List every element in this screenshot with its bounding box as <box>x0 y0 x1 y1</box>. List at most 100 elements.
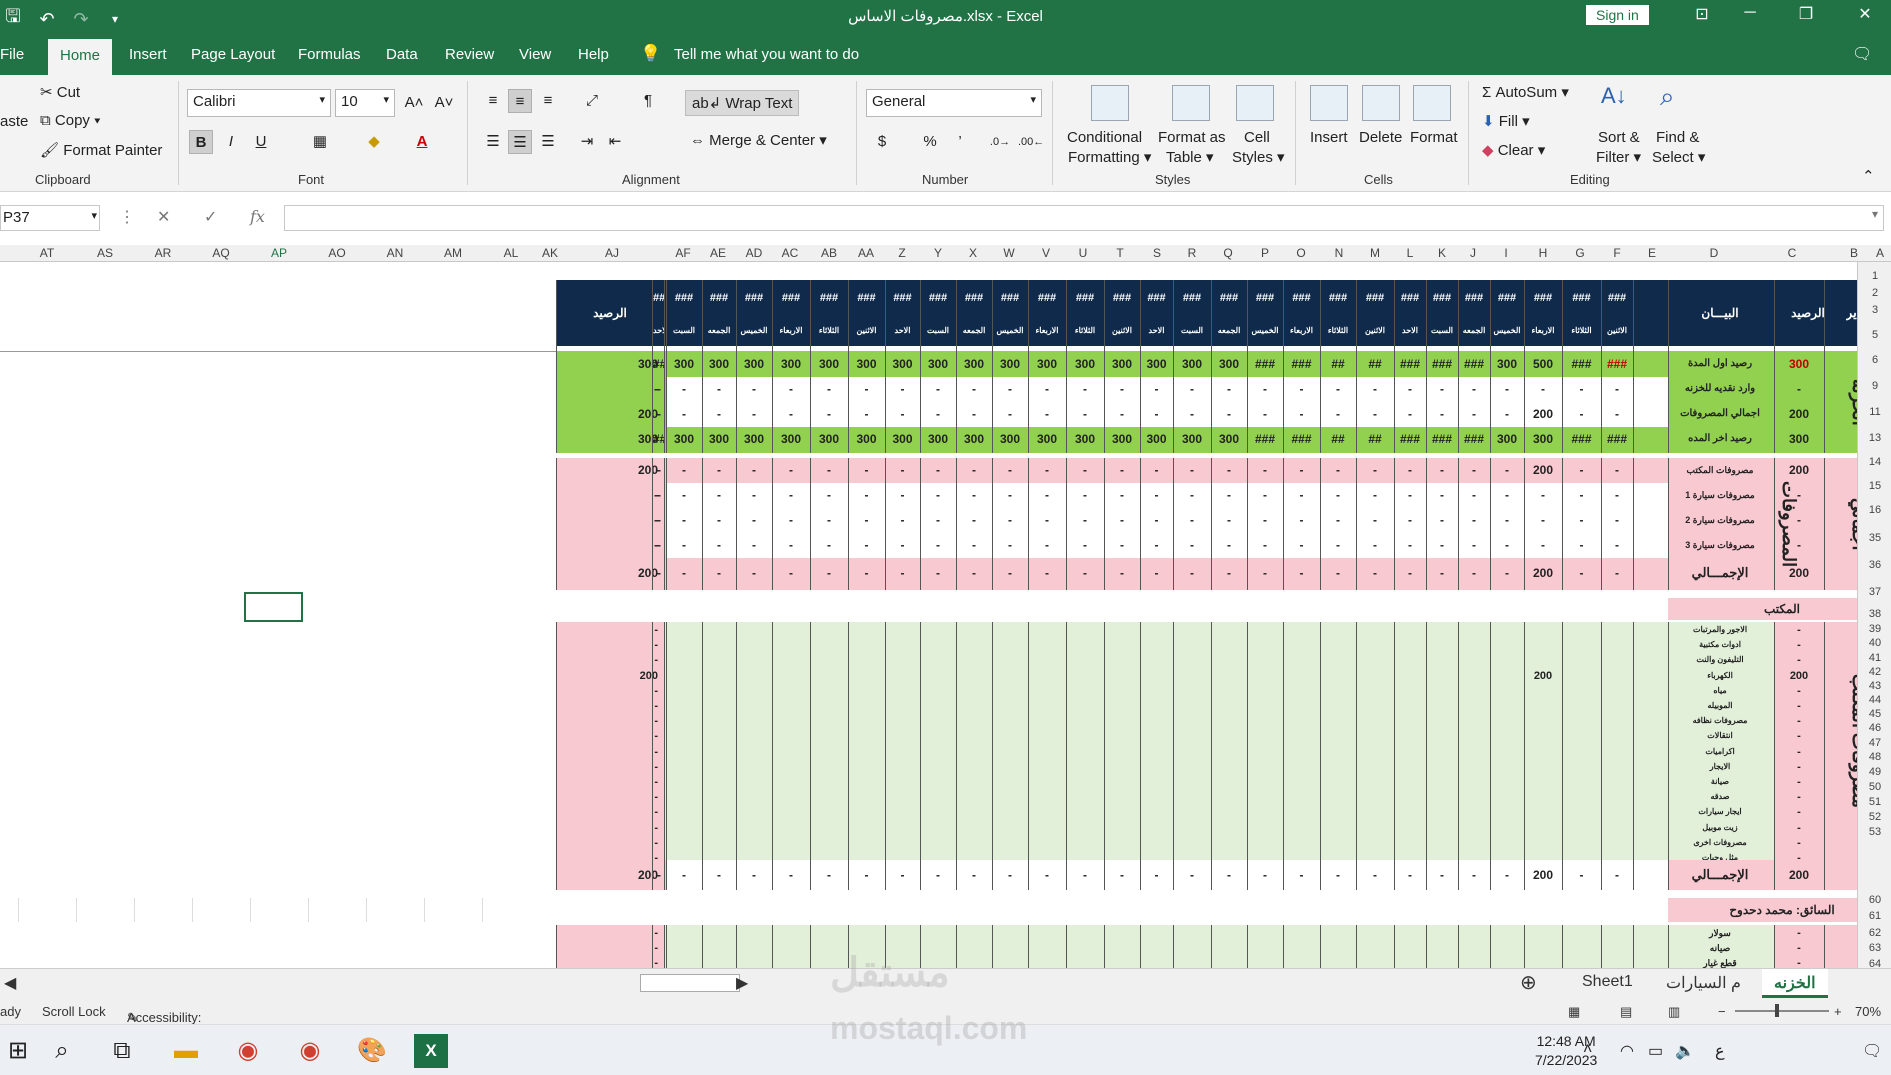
office-sum-cell[interactable]: - <box>993 860 1027 890</box>
header-day-cell[interactable]: الخميس <box>737 320 771 342</box>
row-header[interactable]: 52 <box>1858 811 1891 823</box>
column-header[interactable]: W <box>1003 246 1014 260</box>
merge-center-button[interactable]: ⇔ Merge & Center ▾ <box>690 131 827 149</box>
header-day-cell[interactable]: السبت <box>1174 320 1210 342</box>
expense-value-cell[interactable]: - <box>667 483 701 507</box>
expense-value-cell[interactable]: - <box>1029 508 1065 532</box>
treasury-value-cell[interactable]: ### <box>1602 427 1632 451</box>
expenses-sum-cell[interactable]: - <box>1067 558 1103 588</box>
office-item-balance[interactable]: - <box>1774 836 1824 850</box>
treasury-row-balance[interactable]: 200 <box>1774 402 1824 426</box>
clear-button[interactable]: ◆ Clear ▾ <box>1482 141 1545 159</box>
office-sum-cell[interactable]: - <box>1067 860 1103 890</box>
row-header[interactable]: 41 <box>1858 652 1891 664</box>
treasury-value-cell[interactable]: 300 <box>849 427 884 451</box>
expense-value-cell[interactable]: - <box>1174 508 1210 532</box>
column-header[interactable]: AT <box>40 246 54 260</box>
expense-value-cell[interactable]: - <box>1427 533 1457 557</box>
column-header[interactable]: E <box>1648 246 1656 260</box>
driver-item-total[interactable]: - <box>556 941 664 955</box>
office-sum-cell[interactable]: - <box>1284 860 1319 890</box>
expenses-sum-cell[interactable]: - <box>811 558 847 588</box>
format-as-table-label-2[interactable]: Table ▾ <box>1166 148 1214 166</box>
treasury-value-cell[interactable]: - <box>886 377 919 401</box>
treasury-value-cell[interactable]: - <box>1491 377 1523 401</box>
treasury-row-balance[interactable]: - <box>1774 377 1824 401</box>
chrome-profile-icon[interactable]: ◉ <box>292 1034 328 1068</box>
column-header[interactable]: AB <box>821 246 837 260</box>
expense-value-cell[interactable]: - <box>1491 458 1523 482</box>
expenses-sum-cell[interactable]: - <box>886 558 919 588</box>
treasury-value-cell[interactable]: - <box>737 377 771 401</box>
header-date-cell[interactable]: ### <box>921 288 955 308</box>
header-date-cell[interactable]: ### <box>1563 288 1600 308</box>
treasury-row-total[interactable]: - <box>556 377 664 401</box>
expense-value-cell[interactable]: - <box>921 533 955 557</box>
column-header[interactable]: O <box>1296 246 1305 260</box>
office-sum-balance[interactable]: 200 <box>1774 860 1824 890</box>
column-header[interactable]: N <box>1335 246 1344 260</box>
expenses-sum-cell[interactable]: - <box>1174 558 1210 588</box>
header-day-cell[interactable]: الخميس <box>1248 320 1282 342</box>
borders-icon[interactable]: ▦ <box>308 130 332 154</box>
sheet-tab-cars[interactable]: م السيارات <box>1666 973 1741 993</box>
treasury-value-cell[interactable]: 300 <box>849 352 884 376</box>
office-item-total[interactable]: - <box>556 623 664 637</box>
treasury-row-total[interactable]: 200 <box>556 402 664 426</box>
treasury-row-balance[interactable]: 300 <box>1774 352 1824 376</box>
treasury-value-cell[interactable]: 300 <box>993 427 1027 451</box>
header-date-cell[interactable]: ### <box>1491 288 1523 308</box>
treasury-value-cell[interactable]: ### <box>1427 352 1457 376</box>
treasury-value-cell[interactable]: - <box>849 402 884 426</box>
treasury-value-cell[interactable]: 300 <box>1491 427 1523 451</box>
driver-item-name[interactable]: قطع غيار <box>1668 956 1772 968</box>
font-size-select[interactable]: 10 ▾ <box>335 89 395 117</box>
office-item-name[interactable]: التليفون والنت <box>1668 653 1772 667</box>
expenses-sum-cell[interactable]: - <box>1141 558 1172 588</box>
language-indicator[interactable]: ع <box>1715 1041 1725 1061</box>
expense-value-cell[interactable]: - <box>921 458 955 482</box>
page-break-view-icon[interactable]: ▥ <box>1668 1004 1680 1020</box>
header-date-cell[interactable]: ### <box>1459 288 1489 308</box>
expenses-sum-cell[interactable]: - <box>1212 558 1246 588</box>
treasury-row-name[interactable]: رصيد اخر المده <box>1668 427 1772 451</box>
treasury-value-cell[interactable]: 300 <box>667 352 701 376</box>
treasury-value-cell[interactable]: - <box>1248 377 1282 401</box>
windows-start-icon[interactable]: ⊞ <box>0 1034 36 1068</box>
column-header[interactable]: AQ <box>212 246 229 260</box>
column-header[interactable]: G <box>1575 246 1584 260</box>
office-sum-cell[interactable]: - <box>1602 860 1632 890</box>
expenses-sum-cell[interactable]: - <box>667 558 701 588</box>
sheet-tab-sheet1[interactable]: Sheet1 <box>1582 973 1633 991</box>
expense-value-cell[interactable]: - <box>1029 533 1065 557</box>
treasury-value-cell[interactable]: ### <box>1248 352 1282 376</box>
treasury-value-cell[interactable]: 300 <box>921 427 955 451</box>
header-date-cell[interactable]: ### <box>1321 288 1355 308</box>
expenses-sum-cell[interactable]: - <box>1284 558 1319 588</box>
office-item-total[interactable]: - <box>556 805 664 819</box>
row-header[interactable]: 35 <box>1858 532 1891 544</box>
tab-insert[interactable]: Insert <box>129 46 167 63</box>
header-day-cell[interactable]: الخميس <box>993 320 1027 342</box>
treasury-value-cell[interactable]: 300 <box>667 427 701 451</box>
treasury-value-cell[interactable]: - <box>1067 377 1103 401</box>
column-header[interactable]: V <box>1042 246 1050 260</box>
row-header[interactable]: 49 <box>1858 766 1891 778</box>
treasury-value-cell[interactable]: 300 <box>1141 427 1172 451</box>
header-day-cell[interactable]: الجمعه <box>957 320 991 342</box>
column-header[interactable]: B <box>1850 246 1858 260</box>
treasury-value-cell[interactable]: 300 <box>811 427 847 451</box>
tab-home[interactable]: Home <box>48 39 113 75</box>
cell-styles-label-2[interactable]: Styles ▾ <box>1232 148 1285 166</box>
office-item-total[interactable]: - <box>556 760 664 774</box>
header-date-cell[interactable]: ### <box>811 288 847 308</box>
office-item-name[interactable]: انتقالات <box>1668 729 1772 743</box>
expenses-sum-cell[interactable]: - <box>993 558 1027 588</box>
conditional-formatting-icon[interactable] <box>1091 85 1129 121</box>
bold-button[interactable]: B <box>189 130 213 154</box>
header-day-cell[interactable]: الاحد <box>1395 320 1425 342</box>
column-header[interactable]: AK <box>542 246 558 260</box>
row-header[interactable]: 37 <box>1858 586 1891 598</box>
treasury-value-cell[interactable]: ### <box>1395 352 1425 376</box>
zoom-level[interactable]: 70% <box>1855 1004 1881 1019</box>
